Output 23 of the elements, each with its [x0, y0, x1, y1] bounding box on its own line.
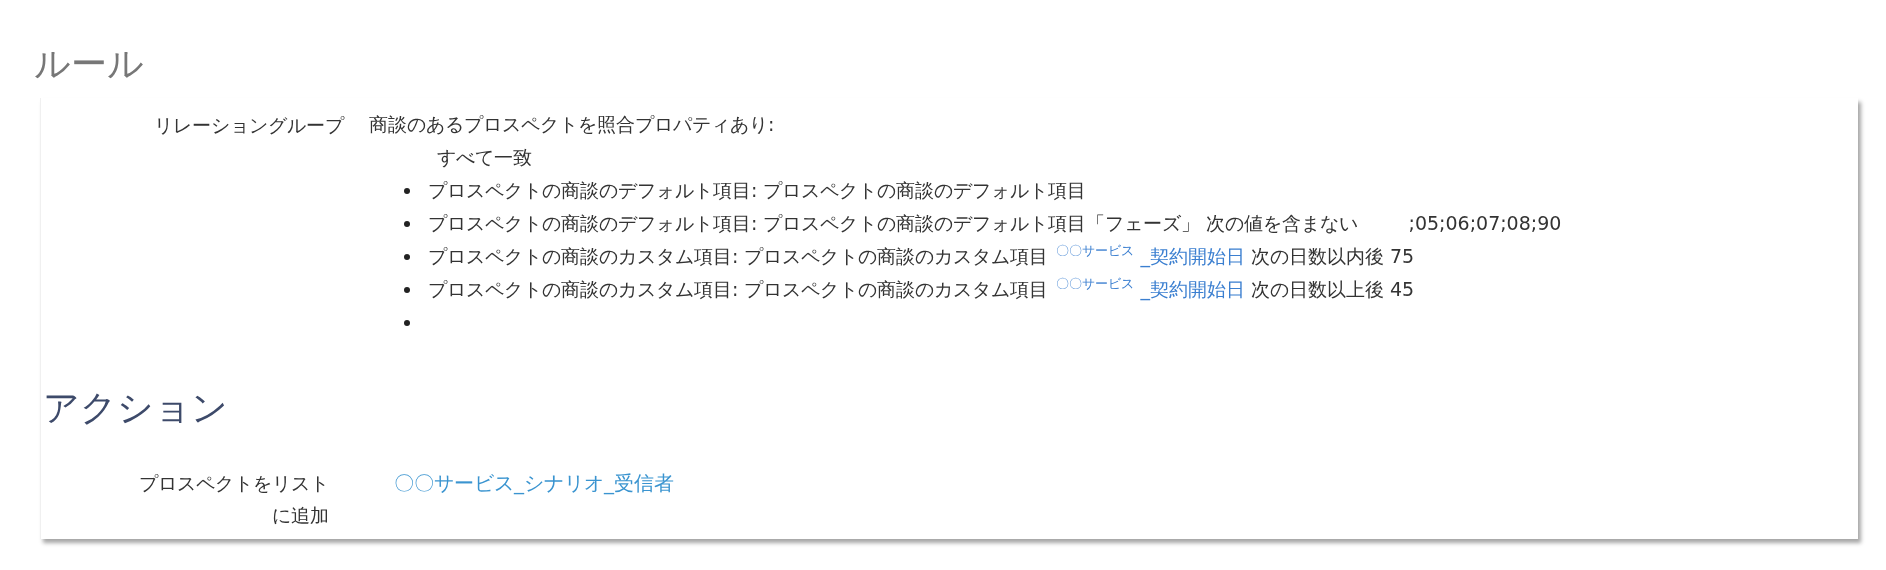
bullet-icon	[404, 319, 410, 326]
field-link[interactable]: _契約開始日	[1140, 240, 1245, 273]
list-link[interactable]: 〇〇サービス_シナリオ_受信者	[394, 471, 674, 495]
rule-text: プロスペクトの商談のデフォルト項目: プロスペクトの商談のデフォルト項目	[428, 178, 1087, 203]
bullet-icon	[404, 253, 410, 260]
section-title: アクション	[43, 386, 229, 430]
field-label: リレーショングループ	[153, 113, 344, 138]
field-link[interactable]: _契約開始日	[1140, 273, 1245, 306]
field-prefix: 〇〇サービス	[1056, 275, 1135, 293]
rule-summary: 商談のあるプロスペクトを照合プロパティあり:	[369, 112, 776, 137]
match-mode: すべて一致	[437, 145, 533, 170]
field-prefix: 〇〇サービス	[1056, 242, 1135, 260]
rule-text: 次の日数以内後 75	[1250, 244, 1415, 269]
rule-text: 次の日数以上後 45	[1250, 277, 1415, 302]
bullet-icon	[404, 220, 410, 227]
rule-text: プロスペクトの商談のカスタム項目: プロスペクトの商談のカスタム項目	[428, 277, 1049, 302]
rule-value: ;05;06;07;08;90	[1408, 211, 1562, 236]
action-label: プロスペクトをリストに追加	[138, 471, 329, 528]
bullet-icon	[404, 187, 410, 194]
rule-text: プロスペクトの商談のカスタム項目: プロスペクトの商談のカスタム項目	[428, 244, 1049, 269]
bullet-icon	[404, 286, 410, 293]
section-title: ルール	[34, 42, 145, 86]
rule-text: プロスペクトの商談のデフォルト項目: プロスペクトの商談のデフォルト項目「フェーズ」 次の値を含まない	[428, 211, 1359, 236]
